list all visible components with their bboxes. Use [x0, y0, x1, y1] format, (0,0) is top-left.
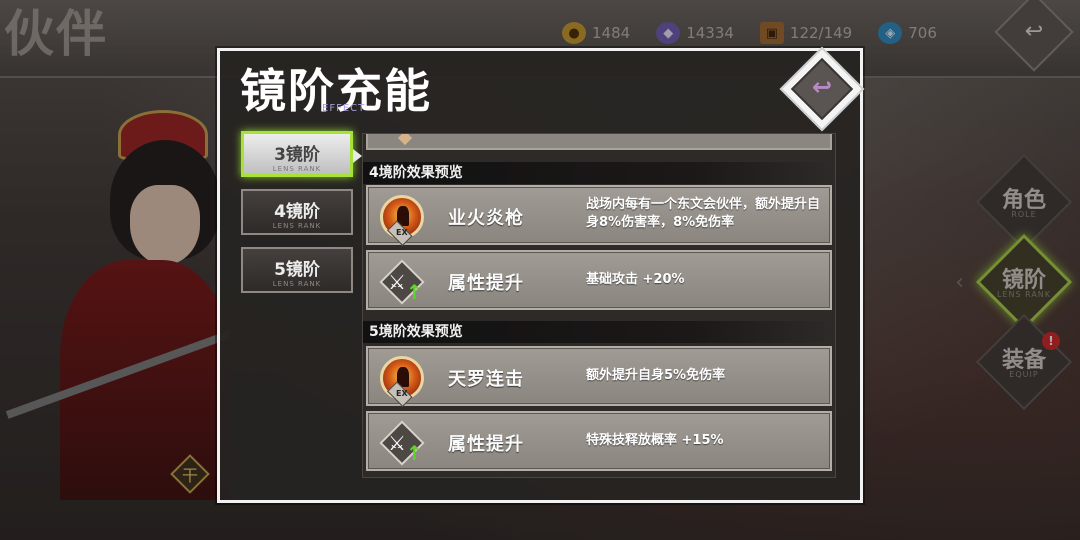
section-header-rank-4: 4境阶效果预览 — [363, 162, 835, 184]
attribute-name: 属性提升 — [448, 273, 524, 294]
list-item-attribute[interactable]: ⚔ ↑ 属性提升 特殊技释放概率 +15% — [366, 411, 832, 471]
tab-rank-5-label: 5镜阶 — [274, 260, 320, 280]
tab-rank-4[interactable]: 4镜阶 LENS RANK — [241, 189, 353, 235]
list-item-attribute[interactable]: ⚔ ↑ 属性提升 基础攻击 +20% — [366, 250, 832, 310]
attribute-up-icon: ⚔ ↑ — [379, 420, 425, 466]
section-header-rank-5: 5境阶效果预览 — [363, 321, 835, 343]
arrow-up-icon: ↑ — [406, 280, 423, 304]
skill-flame-spear-icon: EX — [380, 195, 424, 246]
tab-rank-5-sub: LENS RANK — [272, 280, 322, 288]
tab-rank-5[interactable]: 5镜阶 LENS RANK — [241, 247, 353, 293]
skill-description: 额外提升自身5%免伤率 — [586, 368, 726, 383]
list-item-skill[interactable]: EX 业火炎枪 战场内每有一个东文会伙伴，额外提升自身8%伤害率，8%免伤率 — [366, 185, 832, 246]
skill-name: 天罗连击 — [448, 369, 524, 390]
skill-name: 业火炎枪 — [448, 208, 524, 229]
ex-badge: EX — [396, 389, 408, 398]
tab-rank-3-sub: LENS RANK — [272, 165, 322, 173]
crossed-swords-icon: ⚔ — [388, 431, 406, 455]
lens-charge-dialog: 镜阶充能 EFFECT ↩ 3镜阶 LENS RANK 4镜阶 LENS RAN… — [217, 46, 865, 503]
attribute-description: 特殊技释放概率 +15% — [586, 433, 724, 448]
skill-combo-strike-icon: EX — [380, 356, 424, 407]
rank-tabs: 3镜阶 LENS RANK 4镜阶 LENS RANK 5镜阶 LENS RAN… — [241, 131, 362, 305]
return-arrow-icon: ↩ — [811, 73, 833, 101]
tab-rank-4-sub: LENS RANK — [272, 222, 322, 230]
list-item-partial — [366, 134, 832, 150]
attribute-name: 属性提升 — [448, 434, 524, 455]
list-item-skill[interactable]: EX 天罗连击 额外提升自身5%免伤率 — [366, 346, 832, 407]
tab-rank-3[interactable]: 3镜阶 LENS RANK — [241, 131, 362, 177]
attribute-up-icon: ⚔ ↑ — [379, 259, 425, 305]
attribute-description: 基础攻击 +20% — [586, 272, 685, 287]
close-button[interactable]: ↩ — [779, 46, 865, 132]
dialog-subtitle: EFFECT — [322, 103, 366, 114]
skill-description: 战场内每有一个东文会伙伴，额外提升自身8%伤害率，8%免伤率 — [586, 197, 821, 230]
effect-preview-list[interactable]: 4境阶效果预览 EX 业火炎枪 战场内每有一个东文会伙伴，额外提升自身8%伤害率… — [362, 133, 836, 478]
crossed-swords-icon: ⚔ — [388, 270, 406, 294]
tab-rank-3-label: 3镜阶 — [274, 145, 320, 165]
tab-rank-4-label: 4镜阶 — [274, 202, 320, 222]
arrow-up-icon: ↑ — [406, 441, 423, 465]
ex-badge: EX — [396, 228, 408, 237]
